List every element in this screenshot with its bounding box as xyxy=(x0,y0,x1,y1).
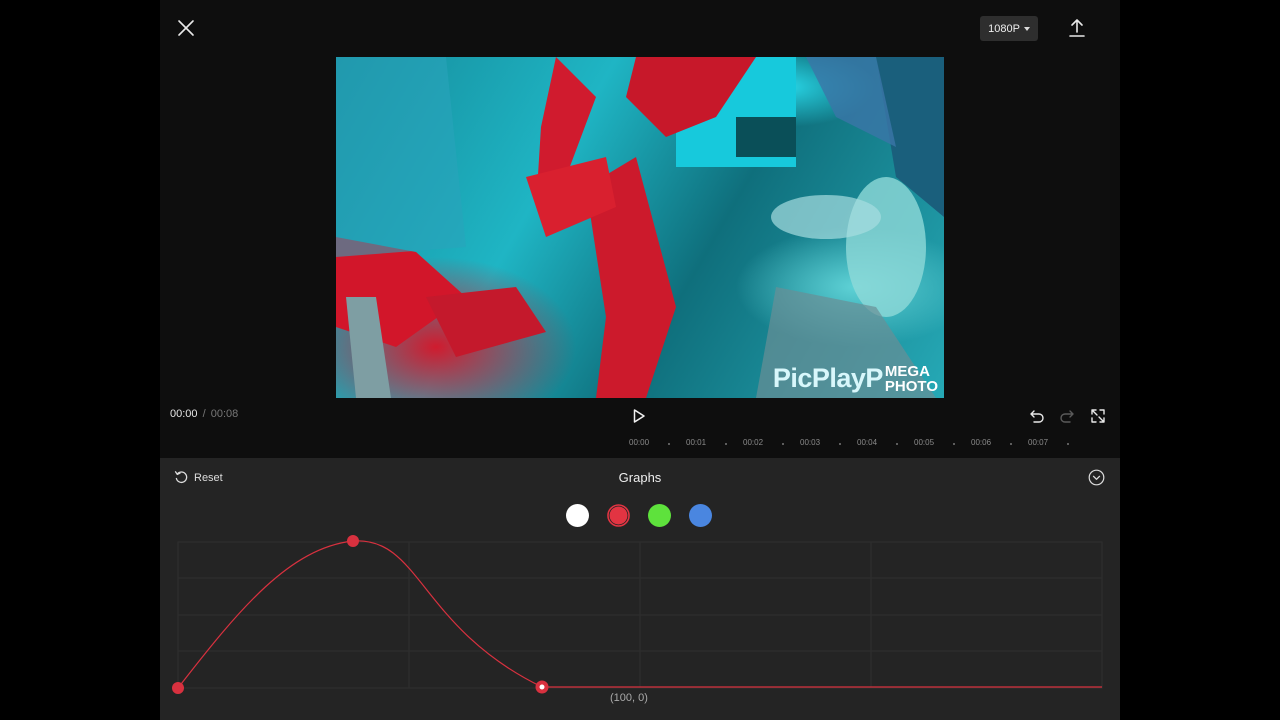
ruler-tick: 00:02 xyxy=(743,438,764,447)
ruler-dot xyxy=(1067,443,1069,445)
ruler-dot xyxy=(725,443,727,445)
watermark-badge-line1: MEGA xyxy=(884,363,930,380)
curve-control-point-selected[interactable] xyxy=(535,680,549,694)
ruler-dot xyxy=(839,443,841,445)
play-icon xyxy=(633,409,645,423)
graphs-panel: Reset Graphs (100, 0) xyxy=(160,458,1120,720)
ruler-tick: 00:01 xyxy=(686,438,707,447)
ruler-tick: 00:07 xyxy=(1028,438,1049,447)
curve-control-point[interactable] xyxy=(172,682,184,694)
current-time: 00:00 xyxy=(170,408,198,420)
watermark-badge: MEGA PHOTO xyxy=(885,364,938,394)
ruler-tick: 00:06 xyxy=(971,438,992,447)
total-time: 00:08 xyxy=(210,408,239,420)
ruler-dot xyxy=(953,443,955,445)
ruler-tick: 00:03 xyxy=(800,438,821,447)
ruler-tick: 00:04 xyxy=(857,438,878,447)
play-button[interactable] xyxy=(631,408,647,424)
ruler-dot xyxy=(782,443,784,445)
watermark: PicPlayP MEGA PHOTO xyxy=(773,363,938,394)
ruler-tick: 00:05 xyxy=(914,438,935,447)
export-icon xyxy=(1069,19,1085,37)
watermark-badge-line2: PHOTO xyxy=(884,378,938,395)
caret-down-icon xyxy=(1023,26,1030,31)
curve-graph[interactable] xyxy=(160,458,1120,720)
watermark-text: PicPlayP xyxy=(772,363,884,393)
timeline-ruler[interactable]: 00:00 00:01 00:02 00:03 00:04 00:05 00:0… xyxy=(620,438,1080,450)
undo-icon xyxy=(1030,410,1044,423)
resolution-label: 1080P xyxy=(988,22,1020,35)
time-separator: / xyxy=(202,408,206,420)
graphs-editor: 1080P PicPlayP MEGA PHOTO 00:00 / 00:08 … xyxy=(160,0,1120,720)
graph-grid xyxy=(177,541,1103,689)
selected-point-coordinates: (100, 0) xyxy=(610,692,648,704)
undo-button[interactable] xyxy=(1028,407,1046,425)
ruler-dot xyxy=(1010,443,1012,445)
ruler-dot xyxy=(896,443,898,445)
redo-button[interactable] xyxy=(1058,407,1076,425)
export-button[interactable] xyxy=(1065,16,1089,40)
curve-control-point[interactable] xyxy=(347,535,359,547)
video-preview[interactable]: PicPlayP MEGA PHOTO xyxy=(336,57,944,398)
resolution-dropdown[interactable]: 1080P xyxy=(980,16,1038,41)
fullscreen-icon xyxy=(1091,409,1105,423)
close-button[interactable] xyxy=(174,16,198,40)
ruler-tick: 00:00 xyxy=(629,438,650,447)
ruler-dot xyxy=(668,443,670,445)
close-icon xyxy=(178,20,194,36)
preview-frame-art xyxy=(336,57,944,398)
time-readout: 00:00 / 00:08 xyxy=(170,408,238,420)
fullscreen-button[interactable] xyxy=(1089,407,1107,425)
redo-icon xyxy=(1060,410,1074,423)
